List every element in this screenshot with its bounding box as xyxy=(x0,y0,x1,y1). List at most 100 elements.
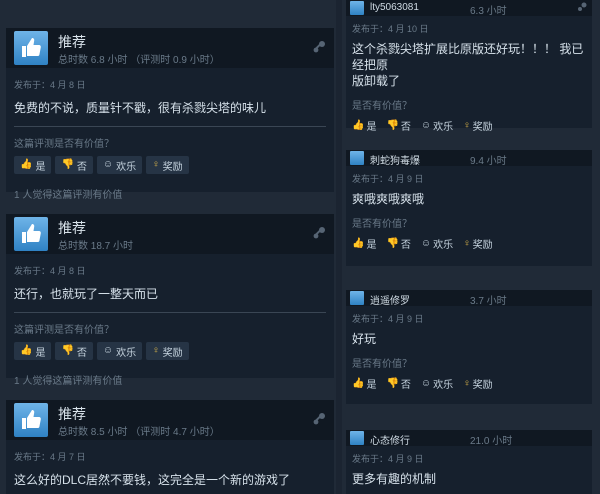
award-button[interactable]: ♀ 奖励 xyxy=(463,118,493,133)
reviewer-name[interactable]: 刺蛇狗毒爆 xyxy=(370,152,420,167)
vote-buttons: 👍 是 👎 否 ☺ 欢乐 ♀ 奖励 xyxy=(14,156,334,174)
vote-buttons: 👍 是 👎 否 ☺ 欢乐 ♀ 奖励 xyxy=(14,342,334,360)
divider xyxy=(14,312,326,313)
review-header: 推荐 总时数 6.8 小时 （评测时 0.9 小时） xyxy=(6,28,334,68)
award-icon: ♀ xyxy=(463,378,471,389)
thumbs-up-icon: 👍 xyxy=(20,345,33,356)
review-card: 刺蛇狗毒爆 9.4 小时 发布于：4 月 9 日 爽哦爽哦爽哦 是否有价值？ 👍… xyxy=(346,150,592,266)
review-card: 推荐 总时数 18.7 小时 发布于：4 月 8 日 还行，也就玩了一整天而已 … xyxy=(6,214,334,387)
award-icon: ♀ xyxy=(463,120,471,131)
thumbs-up-icon xyxy=(14,217,48,251)
award-button[interactable]: ♀ 奖励 xyxy=(463,236,493,251)
vote-no-button[interactable]: 👎 否 xyxy=(386,118,410,133)
smiley-icon: ☺ xyxy=(420,120,432,131)
review-hours: 总时数 8.5 小时 （评测时 4.7 小时） xyxy=(58,427,220,438)
review-text: 免费的不说，质量针不戳，很有杀戮尖塔的味儿 xyxy=(14,101,267,115)
award-icon: ♀ xyxy=(152,159,160,170)
review-hours: 9.4 小时 xyxy=(470,156,507,167)
helpful-count: 1 人觉得这篇评测有价值 xyxy=(14,376,123,387)
smiley-icon: ☺ xyxy=(102,159,114,170)
posted-date: 发布于：4 月 9 日 xyxy=(352,454,424,464)
helpful-question: 是否有价值？ xyxy=(352,359,412,370)
vote-funny-button[interactable]: ☺ 欢乐 xyxy=(96,156,143,174)
helpful-question: 这篇评测是否有价值？ xyxy=(14,325,114,336)
thumbs-up-icon xyxy=(350,151,364,165)
posted-date: 发布于：4 月 10 日 xyxy=(352,24,429,34)
vote-no-button[interactable]: 👎 否 xyxy=(386,236,410,251)
vote-yes-button[interactable]: 👍 是 xyxy=(14,342,52,360)
review-text: 好玩 xyxy=(352,332,377,346)
review-text: 更多有趣的机制 xyxy=(352,472,437,486)
review-header: 逍遥修罗 3.7 小时 xyxy=(346,290,592,307)
thumbs-down-icon: 👎 xyxy=(61,159,74,170)
review-verdict: 推荐 xyxy=(58,34,86,50)
vote-funny-button[interactable]: ☺ 欢乐 xyxy=(421,376,453,391)
reviewer-name[interactable]: 心态修行 xyxy=(370,432,410,447)
posted-date: 发布于：4 月 9 日 xyxy=(352,314,424,324)
vote-funny-button[interactable]: ☺ 欢乐 xyxy=(96,342,143,360)
review-hours: 3.7 小时 xyxy=(470,296,507,307)
vote-yes-button[interactable]: 👍 是 xyxy=(14,156,52,174)
right-review-column: lty5063081 6.3 小时 发布于：4 月 10 日 这个杀戮尖塔扩展比… xyxy=(342,0,600,494)
award-icon: ♀ xyxy=(463,238,471,249)
helpful-count: 1 人觉得这篇评测有价值 xyxy=(14,190,123,201)
review-header: 推荐 总时数 18.7 小时 xyxy=(6,214,334,254)
steam-icon xyxy=(313,227,325,239)
thumbs-up-icon xyxy=(14,31,48,65)
thumbs-down-icon: 👎 xyxy=(386,238,399,249)
thumbs-down-icon: 👎 xyxy=(61,345,74,356)
thumbs-up-icon xyxy=(350,291,364,305)
review-card: 心态修行 21.0 小时 发布于：4 月 9 日 更多有趣的机制 xyxy=(346,430,592,494)
vote-yes-button[interactable]: 👍 是 xyxy=(352,118,376,133)
review-hours: 6.3 小时 xyxy=(470,6,507,17)
smiley-icon: ☺ xyxy=(420,378,432,389)
vote-funny-button[interactable]: ☺ 欢乐 xyxy=(421,118,453,133)
posted-date: 发布于：4 月 7 日 xyxy=(14,452,86,462)
thumbs-down-icon: 👎 xyxy=(386,120,399,131)
thumbs-up-icon: 👍 xyxy=(352,120,365,131)
vote-yes-button[interactable]: 👍 是 xyxy=(352,236,376,251)
review-card: lty5063081 6.3 小时 发布于：4 月 10 日 这个杀戮尖塔扩展比… xyxy=(346,0,592,133)
review-hours: 21.0 小时 xyxy=(470,436,513,447)
vote-buttons: 👍 是 👎 否 ☺ 欢乐 ♀ 奖励 xyxy=(352,118,592,133)
smiley-icon: ☺ xyxy=(420,238,432,249)
award-button[interactable]: ♀ 奖励 xyxy=(463,376,493,391)
review-header: 推荐 总时数 8.5 小时 （评测时 4.7 小时） xyxy=(6,400,334,440)
award-icon: ♀ xyxy=(152,345,160,356)
vote-yes-button[interactable]: 👍 是 xyxy=(352,376,376,391)
left-review-column: 推荐 总时数 6.8 小时 （评测时 0.9 小时） 发布于：4 月 8 日 免… xyxy=(0,0,336,494)
posted-date: 发布于：4 月 9 日 xyxy=(352,174,424,184)
review-header: 心态修行 21.0 小时 xyxy=(346,430,592,447)
posted-date: 发布于：4 月 8 日 xyxy=(14,266,86,276)
thumbs-up-icon: 👍 xyxy=(20,159,33,170)
award-button[interactable]: ♀ 奖励 xyxy=(146,156,189,174)
review-text: 还行，也就玩了一整天而已 xyxy=(14,287,159,301)
thumbs-up-icon xyxy=(350,431,364,445)
steam-icon xyxy=(578,2,587,11)
review-text: 这么好的DLC居然不要钱，这完全是一个新的游戏了 xyxy=(14,473,291,487)
review-header: lty5063081 6.3 小时 xyxy=(346,0,592,17)
vote-no-button[interactable]: 👎 否 xyxy=(55,342,93,360)
review-card: 推荐 总时数 8.5 小时 （评测时 4.7 小时） 发布于：4 月 7 日 这… xyxy=(6,400,334,494)
thumbs-down-icon: 👎 xyxy=(386,378,399,389)
thumbs-up-icon xyxy=(14,403,48,437)
helpful-question: 这篇评测是否有价值？ xyxy=(14,139,114,150)
thumbs-up-icon: 👍 xyxy=(352,378,365,389)
award-button[interactable]: ♀ 奖励 xyxy=(146,342,189,360)
vote-no-button[interactable]: 👎 否 xyxy=(386,376,410,391)
vote-funny-button[interactable]: ☺ 欢乐 xyxy=(421,236,453,251)
posted-date: 发布于：4 月 8 日 xyxy=(14,80,86,90)
review-card: 推荐 总时数 6.8 小时 （评测时 0.9 小时） 发布于：4 月 8 日 免… xyxy=(6,28,334,201)
vote-no-button[interactable]: 👎 否 xyxy=(55,156,93,174)
review-verdict: 推荐 xyxy=(58,220,86,236)
vote-buttons: 👍 是 👎 否 ☺ 欢乐 ♀ 奖励 xyxy=(352,236,592,251)
thumbs-up-icon xyxy=(350,1,364,15)
helpful-question: 是否有价值？ xyxy=(352,101,412,112)
review-header: 刺蛇狗毒爆 9.4 小时 xyxy=(346,150,592,167)
steam-icon xyxy=(313,41,325,53)
reviewer-name[interactable]: 逍遥修罗 xyxy=(370,292,410,307)
smiley-icon: ☺ xyxy=(102,345,114,356)
review-card: 逍遥修罗 3.7 小时 发布于：4 月 9 日 好玩 是否有价值？ 👍 是 👎 否 … xyxy=(346,290,592,404)
reviewer-name[interactable]: lty5063081 xyxy=(370,2,419,13)
review-text: 爽哦爽哦爽哦 xyxy=(352,192,425,206)
